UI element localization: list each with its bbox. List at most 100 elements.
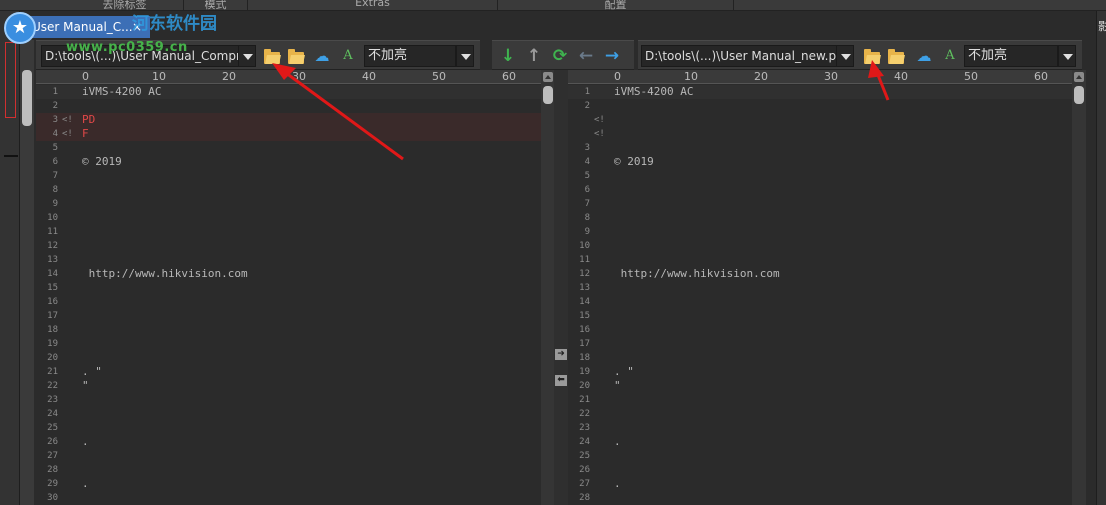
left-highlight-select[interactable]: 不加亮: [364, 45, 456, 67]
open-folder-icon[interactable]: [864, 49, 880, 64]
text-line[interactable]: 4 © 2019: [568, 155, 1072, 169]
text-line[interactable]: 8: [568, 211, 1072, 225]
line-number: 9: [584, 227, 590, 237]
text-line[interactable]: 10: [568, 239, 1072, 253]
right-path-field[interactable]: D:\tools\(...)\User Manual_new.pd: [641, 45, 837, 67]
text-line[interactable]: 28: [568, 491, 1072, 505]
text-line[interactable]: 2: [568, 99, 1072, 113]
text-line[interactable]: 7: [36, 169, 541, 183]
left-text-pane[interactable]: 1 iVMS-4200 AC 2 3 <! PD 4 <! F 5 6 © 2019 7 8 9 10 11 12…: [36, 85, 541, 505]
text-line[interactable]: 17: [36, 309, 541, 323]
text-line[interactable]: 8: [36, 183, 541, 197]
text-line[interactable]: 18: [36, 323, 541, 337]
text-line[interactable]: 1 iVMS-4200 AC: [36, 85, 541, 99]
scroll-up-icon[interactable]: [1074, 72, 1084, 82]
left-path-dropdown[interactable]: [238, 45, 256, 67]
cloud-icon[interactable]: ☁: [312, 46, 332, 66]
text-line[interactable]: 6: [568, 183, 1072, 197]
text-line[interactable]: 16: [36, 295, 541, 309]
text-line[interactable]: 3 <! PD: [36, 113, 541, 127]
prev-diff-icon[interactable]: ↑: [524, 46, 544, 66]
text-line[interactable]: 12: [36, 239, 541, 253]
text-line[interactable]: 6 © 2019: [36, 155, 541, 169]
text-line[interactable]: 11: [36, 225, 541, 239]
right-highlight-select[interactable]: 不加亮: [964, 45, 1058, 67]
line-number: 30: [47, 493, 58, 503]
right-pane-scrollbar[interactable]: [1072, 70, 1086, 505]
open-folder-icon[interactable]: [264, 49, 280, 64]
recent-folder-icon[interactable]: [888, 49, 904, 64]
text-line[interactable]: 10: [36, 211, 541, 225]
right-side-panel[interactable]: [1096, 11, 1106, 505]
merge-right-arrow-icon[interactable]: ➜: [555, 349, 567, 360]
text-line[interactable]: 19: [36, 337, 541, 351]
ruler-label: 10: [152, 70, 166, 83]
text-line[interactable]: 24: [36, 407, 541, 421]
text-line[interactable]: 18: [568, 351, 1072, 365]
ruler-label: 60: [1034, 70, 1048, 83]
copy-left-icon[interactable]: ←: [576, 46, 596, 66]
text-line[interactable]: 27.: [568, 477, 1072, 491]
text-line[interactable]: <!: [568, 113, 1072, 127]
text-line[interactable]: 28: [36, 463, 541, 477]
right-text-pane[interactable]: 1 iVMS-4200 AC 2 <! <! 3 4 © 2019 5 6 7 8 9 10 11 12 ht…: [568, 85, 1072, 505]
scrollbar-thumb[interactable]: [543, 86, 553, 104]
text-line[interactable]: 20 ": [568, 379, 1072, 393]
next-diff-icon[interactable]: ↓: [498, 46, 518, 66]
text-line[interactable]: 13: [568, 281, 1072, 295]
text-line[interactable]: 7: [568, 197, 1072, 211]
ruler-label: 30: [824, 70, 838, 83]
text-line[interactable]: 12 http://www.hikvision.com: [568, 267, 1072, 281]
outer-vertical-scrollbar[interactable]: [20, 40, 34, 505]
text-line[interactable]: 21: [568, 393, 1072, 407]
text-line[interactable]: 3: [568, 141, 1072, 155]
text-line[interactable]: 20: [36, 351, 541, 365]
scrollbar-thumb[interactable]: [22, 70, 32, 126]
left-pane-scrollbar[interactable]: [541, 70, 555, 505]
text-line[interactable]: 22 ": [36, 379, 541, 393]
text-line[interactable]: 9: [568, 225, 1072, 239]
cloud-icon[interactable]: ☁: [914, 46, 934, 66]
text-line[interactable]: 13: [36, 253, 541, 267]
left-highlight-dropdown[interactable]: [456, 45, 474, 67]
font-icon[interactable]: A: [940, 46, 960, 66]
text-line[interactable]: 14 http://www.hikvision.com: [36, 267, 541, 281]
text-line[interactable]: 26.: [36, 435, 541, 449]
merge-left-arrow-icon[interactable]: ⬅: [555, 375, 567, 386]
text-line[interactable]: 9: [36, 197, 541, 211]
copy-right-icon[interactable]: →: [602, 46, 622, 66]
text-line[interactable]: 19 . ": [568, 365, 1072, 379]
text-line[interactable]: 30: [36, 491, 541, 505]
text-line[interactable]: 22: [568, 407, 1072, 421]
text-line[interactable]: 15: [568, 309, 1072, 323]
text-line[interactable]: 15: [36, 281, 541, 295]
text-line[interactable]: 27: [36, 449, 541, 463]
ribbon-tab-extras[interactable]: Extras: [248, 0, 498, 11]
right-highlight-dropdown[interactable]: [1058, 45, 1076, 67]
text-line[interactable]: 25: [36, 421, 541, 435]
right-path-dropdown[interactable]: [836, 45, 854, 67]
text-line[interactable]: 1 iVMS-4200 AC: [568, 85, 1072, 99]
scrollbar-thumb[interactable]: [1074, 86, 1084, 104]
recent-folder-icon[interactable]: [288, 49, 304, 64]
text-line[interactable]: 23: [568, 421, 1072, 435]
text-line[interactable]: <!: [568, 127, 1072, 141]
text-line[interactable]: 17: [568, 337, 1072, 351]
text-line[interactable]: 4 <! F: [36, 127, 541, 141]
text-line[interactable]: 5: [568, 169, 1072, 183]
text-line[interactable]: 25: [568, 449, 1072, 463]
sync-icon[interactable]: ⟳: [550, 46, 570, 66]
text-line[interactable]: 29.: [36, 477, 541, 491]
text-line[interactable]: 5: [36, 141, 541, 155]
ribbon-tab-config[interactable]: 配置: [498, 0, 734, 11]
text-line[interactable]: 16: [568, 323, 1072, 337]
text-line[interactable]: 2: [36, 99, 541, 113]
text-line[interactable]: 21 . ": [36, 365, 541, 379]
font-icon[interactable]: A: [338, 46, 358, 66]
text-line[interactable]: 23: [36, 393, 541, 407]
text-line[interactable]: 11: [568, 253, 1072, 267]
scroll-up-icon[interactable]: [543, 72, 553, 82]
text-line[interactable]: 24.: [568, 435, 1072, 449]
text-line[interactable]: 26: [568, 463, 1072, 477]
text-line[interactable]: 14: [568, 295, 1072, 309]
